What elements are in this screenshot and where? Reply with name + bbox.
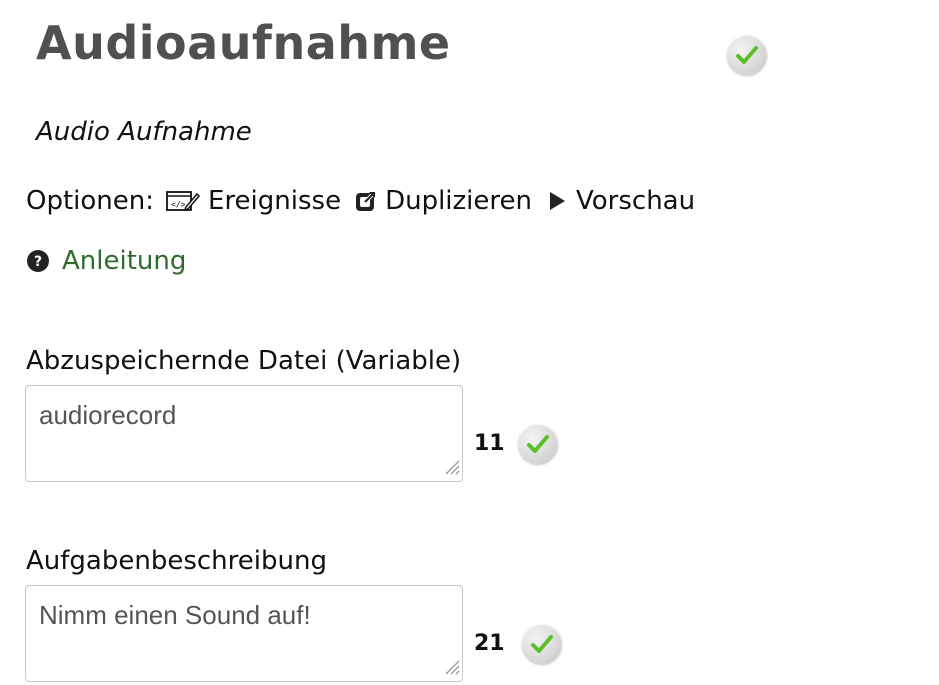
variable-char-count: 11 xyxy=(474,431,505,456)
duplicate-option-label: Duplizieren xyxy=(385,186,532,216)
description-status-check-icon xyxy=(522,624,562,664)
variable-textarea-value: audiorecord xyxy=(39,400,177,430)
options-label: Optionen: xyxy=(26,186,155,216)
resize-grip-icon[interactable] xyxy=(442,457,460,479)
variable-field-label: Abzuspeichernde Datei (Variable) xyxy=(26,346,462,376)
variable-textarea[interactable]: audiorecord xyxy=(25,385,463,482)
description-field-label: Aufgabenbeschreibung xyxy=(26,546,327,576)
events-option-label: Ereignisse xyxy=(208,186,342,216)
description-textarea-value: Nimm einen Sound auf! xyxy=(39,600,311,630)
page-subtitle: Audio Aufnahme xyxy=(36,117,252,147)
page-title: Audioaufnahme xyxy=(36,16,451,70)
code-edit-icon: </> xyxy=(166,189,201,213)
help-row: ? Anleitung xyxy=(26,246,186,276)
description-textarea[interactable]: Nimm einen Sound auf! xyxy=(25,585,463,682)
description-char-count: 21 xyxy=(474,631,505,656)
variable-status-check-icon xyxy=(518,424,558,464)
help-link[interactable]: Anleitung xyxy=(62,246,186,276)
question-circle-icon: ? xyxy=(26,249,50,273)
play-icon xyxy=(546,190,568,212)
duplicate-icon xyxy=(355,190,377,212)
resize-grip-icon[interactable] xyxy=(442,657,460,679)
duplicate-option[interactable]: Duplizieren xyxy=(355,186,532,216)
preview-option[interactable]: Vorschau xyxy=(546,186,695,216)
options-bar: Optionen: </> Ereignisse Duplizieren Vor… xyxy=(26,186,709,216)
events-option[interactable]: </> Ereignisse xyxy=(166,186,341,216)
page: Audioaufnahme Audio Aufnahme Optionen: <… xyxy=(0,0,939,685)
preview-option-label: Vorschau xyxy=(576,186,696,216)
svg-text:?: ? xyxy=(34,254,42,270)
svg-text:</>: </> xyxy=(171,200,186,209)
title-status-check-icon xyxy=(727,35,767,75)
